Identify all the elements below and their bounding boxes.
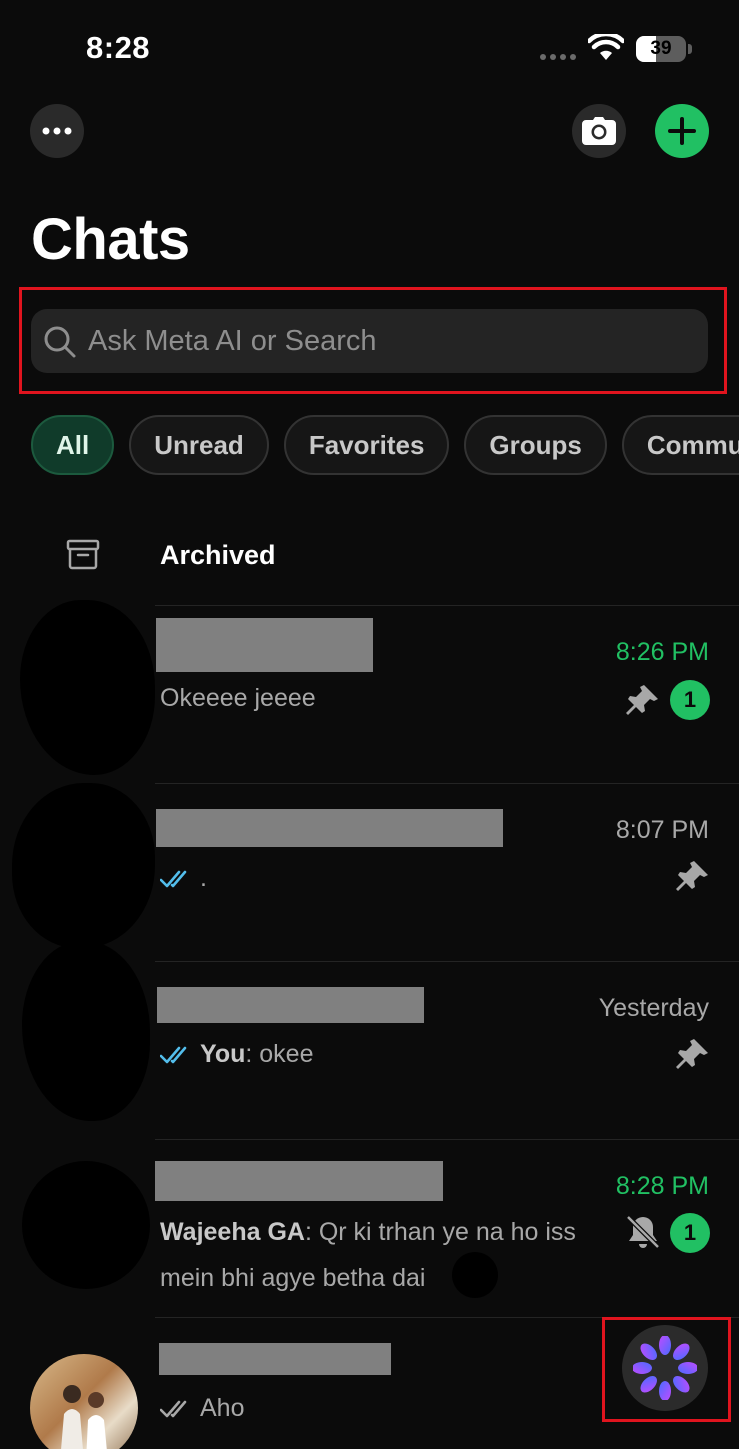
avatar bbox=[12, 783, 155, 948]
battery-nub bbox=[688, 44, 692, 54]
status-time: 8:28 bbox=[86, 30, 151, 65]
filter-communities[interactable]: Communities bbox=[621, 415, 739, 475]
filter-chips: All Unread Favorites Groups Communities bbox=[31, 415, 739, 475]
chat-row[interactable]: 8:26 PM Okeeee jeeee 1 bbox=[0, 600, 739, 783]
unread-badge: 1 bbox=[670, 680, 710, 720]
chat-sender: Wajeeha GA bbox=[160, 1218, 305, 1246]
more-icon bbox=[42, 127, 72, 135]
redacted-contact-name bbox=[155, 1161, 443, 1201]
redacted-contact-name bbox=[156, 618, 373, 672]
status-bar: 8:28 39 bbox=[0, 0, 739, 100]
chat-preview-text: : okee bbox=[245, 1040, 314, 1068]
redacted-contact-name bbox=[157, 987, 424, 1023]
mute-bell-icon bbox=[626, 1215, 660, 1249]
double-check-icon bbox=[160, 871, 187, 888]
chat-preview-text: Aho bbox=[200, 1394, 245, 1422]
archived-row[interactable]: Archived bbox=[0, 520, 739, 590]
pin-icon bbox=[676, 1039, 708, 1069]
chat-time: 8:26 PM bbox=[615, 638, 709, 666]
avatar bbox=[22, 941, 150, 1121]
chat-row[interactable]: 8:28 PM Wajeeha GA: Qr ki trhan ye na ho… bbox=[0, 1139, 739, 1317]
unread-badge: 1 bbox=[670, 1213, 710, 1253]
camera-icon bbox=[582, 117, 616, 145]
redaction-dot bbox=[452, 1252, 498, 1298]
chat-preview: . bbox=[160, 855, 207, 901]
battery-percent: 39 bbox=[650, 38, 672, 59]
chat-time: Yesterday bbox=[598, 994, 709, 1022]
meta-ai-button[interactable] bbox=[622, 1325, 708, 1411]
redacted-contact-name bbox=[159, 1343, 391, 1375]
filter-unread[interactable]: Unread bbox=[129, 415, 269, 475]
chat-sender: You bbox=[200, 1040, 246, 1068]
double-check-icon bbox=[160, 1047, 187, 1064]
chat-preview-text: . bbox=[200, 864, 207, 892]
filter-favorites[interactable]: Favorites bbox=[283, 415, 450, 475]
pin-icon bbox=[676, 861, 708, 891]
plus-icon bbox=[668, 117, 696, 145]
pin-icon bbox=[626, 685, 658, 715]
search-input[interactable] bbox=[88, 309, 688, 373]
chat-time: 8:28 PM bbox=[615, 1172, 709, 1200]
cellular-signal-icon bbox=[540, 54, 576, 60]
page-title: Chats bbox=[31, 207, 190, 272]
divider bbox=[155, 783, 739, 784]
search-icon bbox=[44, 326, 76, 358]
avatar bbox=[20, 600, 155, 775]
filter-groups[interactable]: Groups bbox=[464, 415, 607, 475]
search-bar[interactable] bbox=[31, 309, 708, 373]
chat-row[interactable]: Yesterday You: okee bbox=[0, 941, 739, 1139]
archived-label: Archived bbox=[160, 540, 276, 570]
chat-row[interactable]: 8:07 PM . bbox=[0, 783, 739, 961]
redacted-contact-name bbox=[156, 809, 503, 847]
camera-button[interactable] bbox=[572, 104, 626, 158]
chat-preview: Wajeeha GA: Qr ki trhan ye na ho iss mei… bbox=[160, 1209, 610, 1301]
chat-preview: Aho bbox=[160, 1385, 244, 1431]
filter-all[interactable]: All bbox=[31, 415, 115, 475]
battery-icon: 39 bbox=[636, 36, 686, 62]
avatar bbox=[22, 1161, 150, 1289]
chat-time: 8:07 PM bbox=[615, 816, 709, 844]
chat-preview: Okeeee jeeee bbox=[160, 684, 316, 712]
double-check-icon bbox=[160, 1401, 187, 1418]
wifi-icon bbox=[588, 34, 624, 60]
divider bbox=[155, 605, 739, 606]
archive-icon bbox=[66, 539, 100, 570]
divider bbox=[155, 961, 739, 962]
divider bbox=[155, 1139, 739, 1140]
chat-preview: You: okee bbox=[160, 1031, 313, 1077]
chat-preview-line2: mein bhi agye betha dai bbox=[160, 1264, 426, 1292]
chat-preview-text: : Qr ki trhan ye na ho iss bbox=[304, 1218, 576, 1246]
new-chat-button[interactable] bbox=[655, 104, 709, 158]
more-options-button[interactable] bbox=[30, 104, 84, 158]
meta-ai-icon bbox=[633, 1336, 697, 1400]
